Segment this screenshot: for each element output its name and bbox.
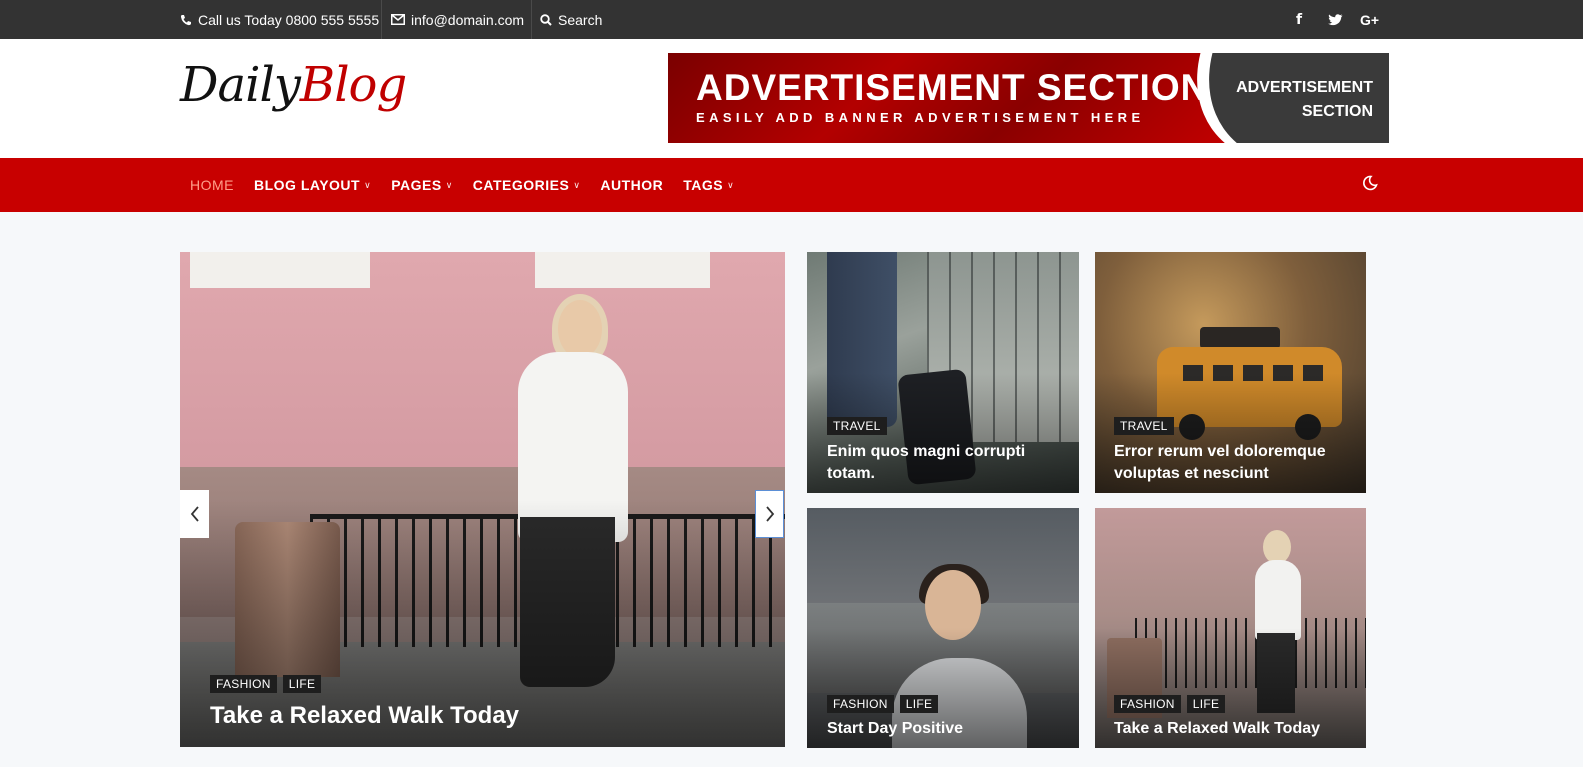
ad-side-text: ADVERTISEMENT SECTION xyxy=(1236,79,1373,120)
logo-blog: Blog xyxy=(299,57,407,113)
chevron-down-icon: ∨ xyxy=(573,179,581,190)
nav-item-tags[interactable]: TAGS ∨ xyxy=(683,177,734,193)
nav-item-author[interactable]: AUTHOR xyxy=(600,177,663,193)
post-card[interactable]: TRAVEL Enim quos magni corrupti totam. xyxy=(807,252,1079,493)
google-plus-link[interactable]: G+ xyxy=(1360,0,1379,39)
tag-fashion[interactable]: FASHION xyxy=(827,695,894,713)
tag-life[interactable]: LIFE xyxy=(1186,695,1226,713)
chevron-left-icon xyxy=(190,506,199,522)
post-tags: FASHION LIFE xyxy=(210,675,322,693)
nav-item-home[interactable]: HOME xyxy=(190,177,234,193)
ad-subtitle: EASILY ADD BANNER ADVERTISEMENT HERE xyxy=(696,110,1145,125)
nav-menu: HOME BLOG LAYOUT ∨ PAGES ∨ CATEGORIES ∨ … xyxy=(190,158,734,212)
nav-item-categories[interactable]: CATEGORIES ∨ xyxy=(473,177,581,193)
post-card[interactable]: FASHION LIFE Take a Relaxed Walk Today xyxy=(1095,508,1366,748)
moon-icon xyxy=(1363,175,1378,191)
email-contact[interactable]: info@domain.com xyxy=(391,0,524,39)
chevron-down-icon: ∨ xyxy=(727,179,735,190)
tag-life[interactable]: LIFE xyxy=(282,675,322,693)
tag-travel[interactable]: TRAVEL xyxy=(827,417,887,435)
post-title[interactable]: Take a Relaxed Walk Today xyxy=(1114,718,1359,740)
post-tags: TRAVEL xyxy=(827,417,887,435)
divider xyxy=(381,0,382,39)
facebook-icon: f xyxy=(1296,11,1303,28)
twitter-link[interactable] xyxy=(1328,0,1343,39)
advertisement-banner[interactable]: ADVERTISEMENT SECTION EASILY ADD BANNER … xyxy=(668,53,1389,143)
post-title[interactable]: Start Day Positive xyxy=(827,718,1067,740)
chevron-down-icon: ∨ xyxy=(445,179,453,190)
featured-slider[interactable]: FASHION LIFE Take a Relaxed Walk Today xyxy=(180,252,785,747)
post-tags: TRAVEL xyxy=(1114,417,1174,435)
tag-fashion[interactable]: FASHION xyxy=(1114,695,1181,713)
chevron-down-icon: ∨ xyxy=(364,179,372,190)
chevron-right-icon xyxy=(765,506,774,522)
post-card[interactable]: TRAVEL Error rerum vel doloremque volupt… xyxy=(1095,252,1366,493)
search-icon xyxy=(540,13,552,26)
tag-travel[interactable]: TRAVEL xyxy=(1114,417,1174,435)
post-card[interactable]: FASHION LIFE Start Day Positive xyxy=(807,508,1079,748)
dark-mode-toggle[interactable] xyxy=(1362,175,1378,196)
phone-contact[interactable]: Call us Today 0800 555 5555 xyxy=(180,0,379,39)
nav-item-blog-layout[interactable]: BLOG LAYOUT ∨ xyxy=(254,177,371,193)
ad-title: ADVERTISEMENT SECTION xyxy=(696,67,1209,108)
divider xyxy=(531,0,532,39)
search-button[interactable]: Search xyxy=(540,0,602,39)
nav-item-pages[interactable]: PAGES ∨ xyxy=(391,177,453,193)
post-title[interactable]: Error rerum vel doloremque voluptas et n… xyxy=(1114,441,1354,485)
google-plus-icon: G+ xyxy=(1360,11,1380,28)
search-label: Search xyxy=(558,11,603,28)
site-header: DailyBlog ADVERTISEMENT SECTION EASILY A… xyxy=(0,39,1583,158)
post-title[interactable]: Enim quos magni corrupti totam. xyxy=(827,441,1067,485)
twitter-icon xyxy=(1328,13,1343,25)
main-navigation: HOME BLOG LAYOUT ∨ PAGES ∨ CATEGORIES ∨ … xyxy=(0,158,1583,212)
slider-next-button[interactable] xyxy=(755,490,784,538)
envelope-icon xyxy=(391,14,405,25)
tag-life[interactable]: LIFE xyxy=(899,695,939,713)
logo-daily: Daily xyxy=(180,57,301,113)
facebook-link[interactable]: f xyxy=(1296,0,1302,39)
post-tags: FASHION LIFE xyxy=(1114,695,1226,713)
site-logo[interactable]: DailyBlog xyxy=(180,61,407,109)
post-title[interactable]: Take a Relaxed Walk Today xyxy=(210,702,519,730)
slider-prev-button[interactable] xyxy=(180,490,209,538)
tag-fashion[interactable]: FASHION xyxy=(210,675,277,693)
top-bar: Call us Today 0800 555 5555 info@domain.… xyxy=(0,0,1583,39)
phone-icon xyxy=(180,14,191,25)
phone-text: Call us Today 0800 555 5555 xyxy=(198,11,380,28)
email-text: info@domain.com xyxy=(411,11,525,28)
post-tags: FASHION LIFE xyxy=(827,695,939,713)
